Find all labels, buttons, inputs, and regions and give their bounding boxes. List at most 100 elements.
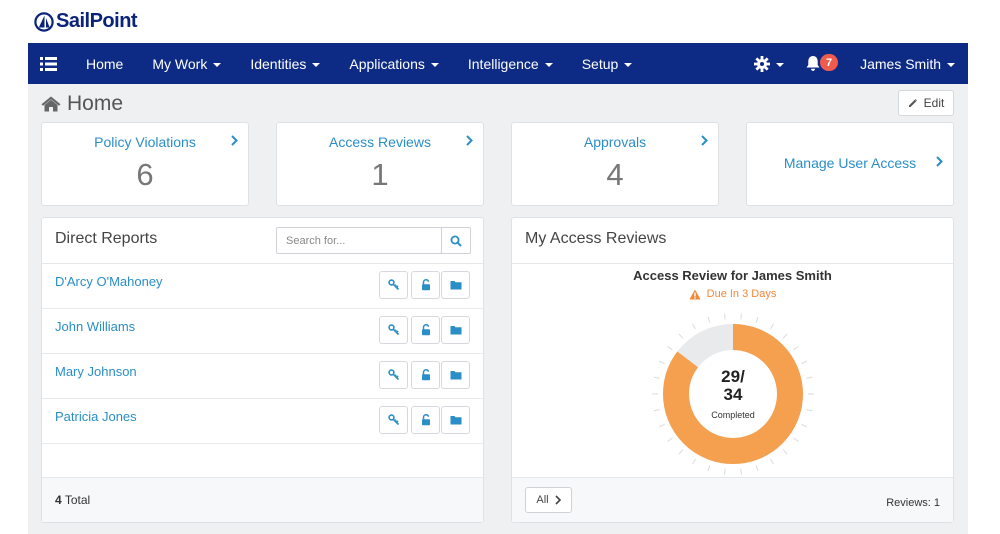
caret-down-icon [430,62,439,67]
search-button[interactable] [441,227,471,254]
sailpoint-logo-icon [34,11,54,32]
chevron-right-icon [466,135,473,146]
direct-reports-footer: 4 Total [42,477,483,522]
donut-center: 29/ 34 Completed [647,308,819,480]
caret-down-icon [947,62,955,67]
report-name-link[interactable]: Patricia Jones [55,409,137,424]
completed-fraction-top: 29/ [721,367,745,386]
page-title: Home [41,92,123,116]
search-box [276,227,443,254]
review-name[interactable]: Access Review for James Smith [512,268,953,283]
nav-identities-label: Identities [250,55,307,72]
reviews-count: Reviews: 1 [886,497,940,509]
key-button[interactable] [379,271,408,299]
unlock-icon [421,324,430,336]
caret-down-icon [776,62,785,67]
total-label: Total [64,493,91,507]
nav-my-work[interactable]: My Work [152,43,222,84]
nav-intelligence[interactable]: Intelligence [468,43,553,84]
access-reviews-header: My Access Reviews [512,218,953,264]
access-reviews-footer: All Reviews: 1 [512,477,953,522]
completed-fraction-bottom: 34 [723,385,743,404]
caret-down-icon [624,62,633,67]
folder-button[interactable] [441,406,470,434]
report-name-link[interactable]: Mary Johnson [55,364,137,379]
key-icon [387,414,399,426]
edit-button[interactable]: Edit [898,90,954,116]
direct-reports-header: Direct Reports [42,218,483,264]
caret-down-icon [544,62,553,67]
folder-button[interactable] [441,316,470,344]
table-row: Mary Johnson [42,354,485,399]
unlock-button[interactable] [411,271,440,299]
unlock-button[interactable] [411,361,440,389]
folder-icon [450,371,461,380]
chevron-right-icon [555,495,561,505]
key-icon [387,279,399,291]
nav-identities[interactable]: Identities [250,43,321,84]
nav-my-work-label: My Work [152,55,208,72]
brand-bar: SailPoint [0,0,1000,43]
unlock-icon [421,414,430,426]
key-button[interactable] [379,316,408,344]
report-name-link[interactable]: D'Arcy O'Mahoney [55,274,163,289]
card-title: Manage User Access [783,155,917,171]
table-row: John Williams [42,309,485,354]
chevron-right-icon [936,156,943,167]
all-reviews-button[interactable]: All [525,487,572,513]
direct-reports-search-input[interactable] [277,228,443,253]
folder-icon [450,416,461,425]
access-reviews-title: My Access Reviews [525,230,667,247]
card-access-reviews[interactable]: Access Reviews 1 [276,122,484,206]
card-approvals[interactable]: Approvals 4 [511,122,719,206]
folder-button[interactable] [441,361,470,389]
card-title: Approvals [583,134,647,150]
chevron-right-icon [701,135,708,146]
review-due: Due In 3 Days [512,288,953,300]
unlock-button[interactable] [411,406,440,434]
card-count: 1 [371,157,389,192]
list-menu-icon[interactable] [30,43,66,84]
total-number: 4 [55,493,62,507]
search-icon [450,235,462,247]
key-button[interactable] [379,406,408,434]
nav-home-label: Home [86,55,124,72]
nav-right-group: 7 James Smith [746,43,968,84]
access-reviews-panel: My Access Reviews Access Review for Jame… [511,217,954,523]
caret-down-icon [312,62,321,67]
nav-setup[interactable]: Setup [582,43,633,84]
table-row: Patricia Jones [42,399,485,444]
unlock-icon [421,369,430,381]
bell-icon [806,56,820,71]
key-icon [387,324,399,336]
nav-intelligence-label: Intelligence [467,55,539,72]
card-policy-violations[interactable]: Policy Violations 6 [41,122,249,206]
notifications-menu[interactable]: 7 [804,43,856,84]
direct-reports-title: Direct Reports [55,230,158,247]
main-content: Home Edit Policy Violations 6 Access Rev… [28,84,968,534]
pencil-icon [908,99,917,107]
card-manage-user-access[interactable]: Manage User Access [746,122,954,206]
user-menu[interactable]: James Smith [860,43,955,84]
card-count: 6 [136,157,154,192]
gear-icon [754,55,771,72]
user-name: James Smith [860,55,941,72]
folder-button[interactable] [441,271,470,299]
sailpoint-logo[interactable]: SailPoint [34,10,138,33]
total-count: 4 Total [55,493,90,507]
page-title-text: Home [67,92,124,115]
warning-icon [689,289,701,299]
unlock-icon [421,279,430,291]
completion-donut-chart[interactable]: 29/ 34 Completed [647,308,819,480]
card-title: Access Reviews [329,134,431,150]
folder-icon [450,281,461,290]
settings-menu[interactable] [746,43,792,84]
review-due-text: Due In 3 Days [706,288,777,300]
all-reviews-label: All [536,494,549,506]
nav-applications[interactable]: Applications [349,43,439,84]
nav-home[interactable]: Home [86,43,123,84]
key-button[interactable] [379,361,408,389]
edit-button-label: Edit [923,96,945,110]
report-name-link[interactable]: John Williams [55,319,135,334]
unlock-button[interactable] [411,316,440,344]
